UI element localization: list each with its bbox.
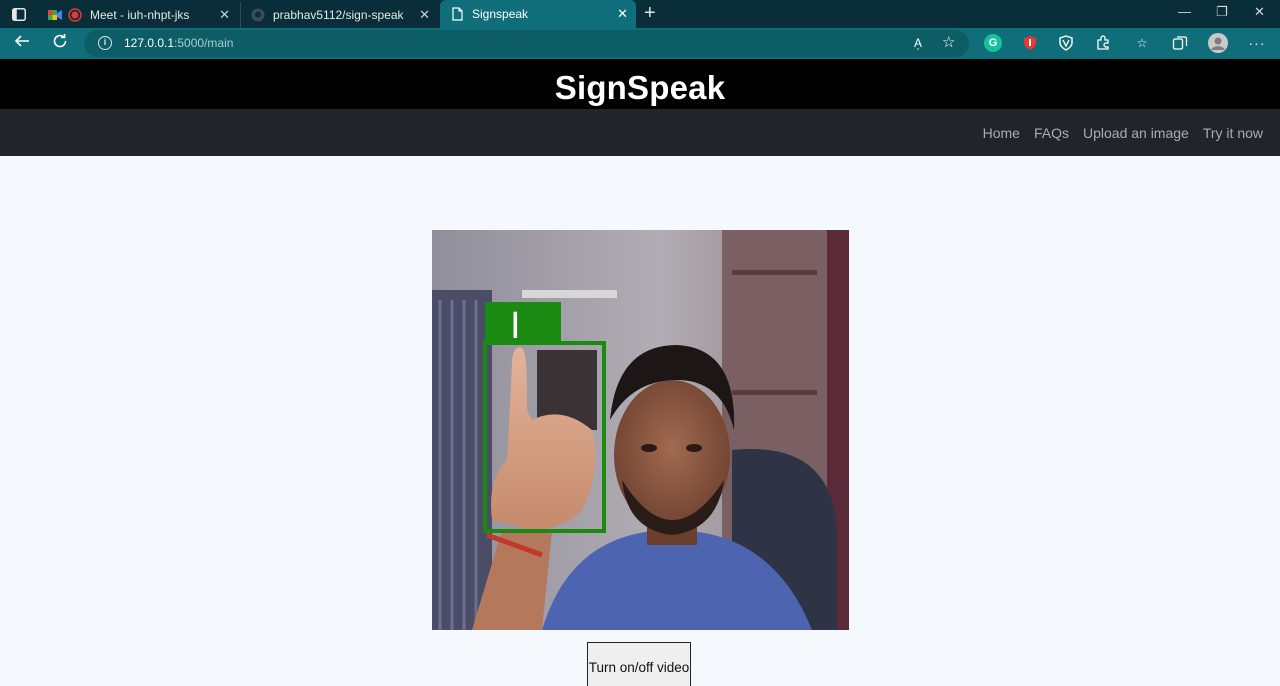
collections-icon[interactable] [1171, 34, 1189, 52]
adblock-icon[interactable] [1021, 34, 1039, 52]
site-header: SignSpeak [0, 59, 1280, 109]
video-feed: I [432, 230, 849, 630]
window-close-icon[interactable]: ✕ [1254, 4, 1265, 20]
restore-icon[interactable]: ❐ [1216, 4, 1228, 20]
tab-strip: Meet - iuh-nhpt-jks ✕ prabhav5112/sign-s… [0, 0, 1280, 28]
github-icon [251, 8, 265, 22]
tab-meet[interactable]: Meet - iuh-nhpt-jks ✕ [38, 2, 238, 28]
url-box[interactable]: i 127.0.0.1:5000/main A̩ ☆ [84, 30, 969, 57]
meet-icon [48, 8, 62, 22]
profile-avatar-icon[interactable] [1208, 33, 1228, 53]
detection-label-bg [485, 302, 561, 343]
tab-signspeak[interactable]: Signspeak ✕ [440, 0, 636, 28]
close-icon[interactable]: ✕ [419, 7, 430, 23]
tab-title: Signspeak [472, 7, 529, 21]
recording-icon [68, 8, 82, 22]
shield-icon[interactable] [1057, 34, 1075, 52]
webcam-frame: I [432, 230, 849, 630]
tab-github[interactable]: prabhav5112/sign-speak ✕ [240, 2, 438, 28]
address-toolbar: i 127.0.0.1:5000/main A̩ ☆ G ☆ ··· [0, 28, 1280, 59]
read-aloud-icon[interactable]: A̩ [914, 36, 922, 50]
favorites-icon[interactable]: ☆ [1133, 34, 1151, 52]
close-icon[interactable]: ✕ [617, 6, 628, 22]
site-info-icon[interactable]: i [98, 36, 112, 50]
url-text[interactable]: 127.0.0.1:5000/main [124, 36, 233, 50]
nav-try-it-now[interactable]: Try it now [1203, 125, 1263, 141]
extensions-icon[interactable] [1094, 34, 1112, 52]
detected-sign: I [510, 305, 521, 347]
page-icon [450, 7, 464, 21]
tab-actions-icon[interactable] [8, 5, 30, 23]
favorite-add-icon[interactable]: ☆ [942, 33, 955, 51]
tab-title: prabhav5112/sign-speak [273, 8, 404, 22]
nav-home[interactable]: Home [983, 125, 1020, 141]
tab-title: Meet - iuh-nhpt-jks [90, 8, 190, 22]
more-menu-icon[interactable]: ··· [1248, 34, 1266, 52]
nav-faqs[interactable]: FAQs [1034, 125, 1069, 141]
nav-upload-image[interactable]: Upload an image [1083, 125, 1189, 141]
grammarly-icon[interactable]: G [984, 34, 1002, 52]
back-icon[interactable] [14, 33, 30, 54]
refresh-icon[interactable] [52, 33, 68, 54]
toggle-video-button[interactable]: Turn on/off video [587, 642, 691, 686]
new-tab-icon[interactable]: + [644, 3, 656, 23]
close-icon[interactable]: ✕ [219, 7, 230, 23]
minimize-icon[interactable]: — [1178, 4, 1191, 19]
navbar: Home FAQs Upload an image Try it now [0, 109, 1280, 156]
